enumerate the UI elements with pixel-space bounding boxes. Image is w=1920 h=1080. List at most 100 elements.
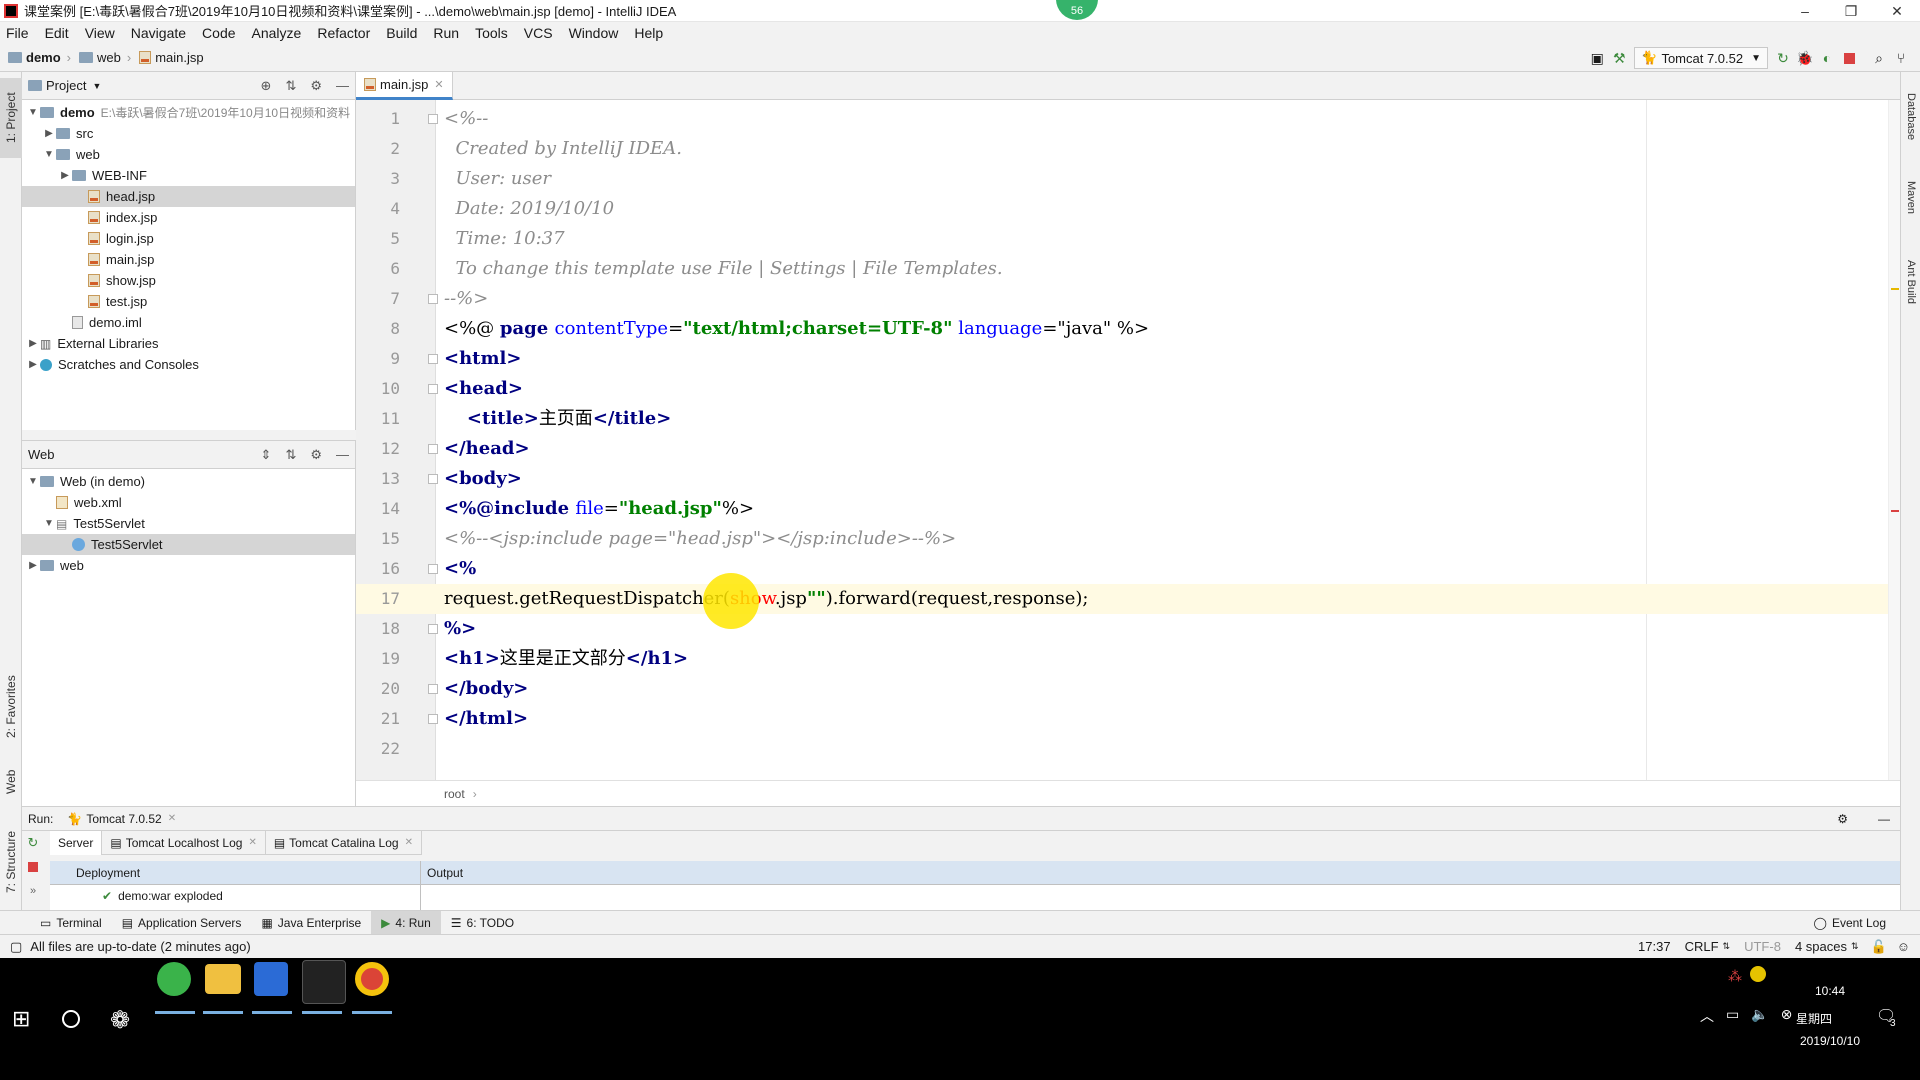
fold-marker-icon[interactable] (428, 624, 438, 634)
stop-icon[interactable] (22, 855, 44, 879)
tool-tab-web[interactable]: Web (0, 757, 22, 807)
fold-marker-icon[interactable] (428, 714, 438, 724)
tree-item[interactable]: main.jsp (22, 249, 355, 270)
tree-item[interactable]: web.xml (22, 492, 355, 513)
search-icon[interactable]: ⌕ (1868, 47, 1890, 69)
subtab-catalina-log[interactable]: ▤ Tomcat Catalina Log ✕ (266, 830, 422, 855)
breadcrumb-web[interactable]: web › (79, 50, 131, 65)
tray-app-icon[interactable]: ⁂ (1728, 968, 1742, 985)
tool-tab-project[interactable]: 1: Project (0, 78, 22, 158)
windows-start-icon[interactable]: ⊞ (12, 1008, 34, 1030)
tree-item[interactable]: Test5Servlet (22, 534, 355, 555)
editor-breadcrumb-root[interactable]: root (444, 787, 465, 801)
close-circle-icon[interactable]: ⊗ (1781, 1006, 1793, 1026)
menu-file[interactable]: File (0, 22, 37, 44)
tray-green-icon[interactable] (1750, 966, 1766, 982)
lock-icon[interactable]: 🔓 (1871, 939, 1887, 955)
fold-marker-icon[interactable] (428, 384, 438, 394)
tree-item[interactable]: ▼ ▤ Test5Servlet (22, 513, 355, 534)
code-editor[interactable]: 1 <%-- 2 Created by IntelliJ IDEA. 3 User: … (356, 100, 1900, 780)
code-line[interactable]: 2 Created by IntelliJ IDEA. (356, 134, 1900, 164)
menu-view[interactable]: View (77, 22, 123, 44)
menu-vcs[interactable]: VCS (516, 22, 561, 44)
collapse-all-icon[interactable]: ⇅ (285, 447, 296, 463)
tree-item[interactable]: ▶ Scratches and Consoles (22, 354, 355, 375)
tool-tab-java-enterprise[interactable]: ▦ Java Enterprise (251, 911, 371, 935)
tool-tab-ant-build[interactable]: Ant Build (1901, 242, 1920, 322)
close-button[interactable]: ✕ (1874, 0, 1920, 22)
hide-icon[interactable]: — (336, 447, 349, 463)
fold-marker-icon[interactable] (428, 114, 438, 124)
editor-tab-main-jsp[interactable]: main.jsp ✕ (356, 71, 453, 100)
chrome-icon[interactable] (355, 962, 389, 996)
task-view-icon[interactable]: ❁ (110, 1006, 130, 1035)
tree-item[interactable]: login.jsp (22, 228, 355, 249)
code-line[interactable]: 10 <head> (356, 374, 1900, 404)
app-green-browser-icon[interactable] (157, 962, 191, 996)
gear-icon[interactable]: ⚙ (1837, 812, 1848, 826)
maximize-button[interactable]: ❐ (1828, 0, 1874, 22)
subtab-server[interactable]: Server (50, 830, 103, 855)
expand-all-icon[interactable]: ⇕ (261, 447, 272, 463)
tree-item[interactable]: demo.iml (22, 312, 355, 333)
vcs-icon[interactable]: ⑂ (1890, 47, 1912, 69)
close-tab-icon[interactable]: ✕ (168, 813, 176, 824)
fold-marker-icon[interactable] (428, 474, 438, 484)
breadcrumb-main-jsp[interactable]: main.jsp (139, 50, 204, 65)
code-line[interactable]: 8 <%@ page contentType="text/html;charset… (356, 314, 1900, 344)
file-encoding[interactable]: UTF-8 (1744, 939, 1781, 954)
code-line[interactable]: 22 (356, 734, 1900, 764)
fold-marker-icon[interactable] (428, 354, 438, 364)
code-line[interactable]: 1 <%-- (356, 104, 1900, 134)
hide-icon[interactable]: — (1878, 812, 1890, 826)
tool-tab-todo[interactable]: ☰ 6: TODO (441, 911, 524, 935)
run-config-tab[interactable]: Tomcat 7.0.52 (86, 812, 161, 826)
chevron-down-icon[interactable]: ▼ (26, 107, 40, 118)
project-panel-title[interactable]: Project (46, 78, 86, 93)
code-line[interactable]: 18 %> (356, 614, 1900, 644)
chevron-down-icon[interactable]: ▼ (42, 518, 56, 529)
deployment-row[interactable]: ✔ demo:war exploded (50, 885, 420, 907)
chevron-right-icon[interactable]: ▶ (26, 359, 40, 370)
tree-item[interactable]: head.jsp (22, 186, 355, 207)
close-tab-icon[interactable]: ✕ (405, 837, 413, 848)
clock-time[interactable]: 10:44 (1790, 984, 1870, 998)
code-line[interactable]: 12 </head> (356, 434, 1900, 464)
gear-icon[interactable]: ⚙ (310, 447, 322, 463)
tool-tab-favorites[interactable]: 2: Favorites (0, 662, 22, 752)
menu-analyze[interactable]: Analyze (244, 22, 310, 44)
more-icon[interactable]: » (22, 879, 44, 903)
menu-build[interactable]: Build (378, 22, 425, 44)
error-marker[interactable] (1891, 510, 1899, 512)
tree-item[interactable]: ▶ src (22, 123, 355, 144)
word-icon[interactable] (254, 962, 288, 996)
intellij-taskbar-icon[interactable] (302, 960, 346, 1004)
chevron-right-icon[interactable]: ▶ (26, 560, 40, 571)
code-line[interactable]: 20 </body> (356, 674, 1900, 704)
indent-setting[interactable]: 4 spaces (1795, 939, 1847, 954)
breadcrumb-demo[interactable]: demo › (8, 50, 71, 65)
code-line[interactable]: 19 <h1>这里是正文部分</h1> (356, 644, 1900, 674)
tool-tab-maven[interactable]: Maven (1901, 168, 1920, 228)
rerun-icon[interactable]: ↻ (22, 831, 44, 855)
code-line[interactable]: 14 <%@include file="head.jsp"%> (356, 494, 1900, 524)
minimize-button[interactable]: – (1782, 0, 1828, 22)
menu-window[interactable]: Window (561, 22, 627, 44)
caret-position[interactable]: 17:37 (1638, 939, 1671, 954)
search-circle-icon[interactable] (62, 1010, 80, 1028)
event-log-button[interactable]: ◯ Event Log (1804, 911, 1896, 935)
chevron-down-icon[interactable]: ▼ (42, 149, 56, 160)
menu-refactor[interactable]: Refactor (309, 22, 378, 44)
menu-tools[interactable]: Tools (467, 22, 516, 44)
tool-tab-application-servers[interactable]: ▤ Application Servers (112, 911, 252, 935)
menu-navigate[interactable]: Navigate (123, 22, 194, 44)
chevron-right-icon[interactable]: ▶ (42, 128, 56, 139)
menu-edit[interactable]: Edit (37, 22, 77, 44)
coverage-icon[interactable]: ◐ (1816, 47, 1838, 69)
fold-marker-icon[interactable] (428, 684, 438, 694)
chevron-right-icon[interactable]: ▶ (26, 338, 40, 349)
tool-tab-terminal[interactable]: ▭ Terminal (30, 911, 112, 935)
tree-item[interactable]: show.jsp (22, 270, 355, 291)
tree-item[interactable]: ▼ web (22, 144, 355, 165)
fold-marker-icon[interactable] (428, 564, 438, 574)
